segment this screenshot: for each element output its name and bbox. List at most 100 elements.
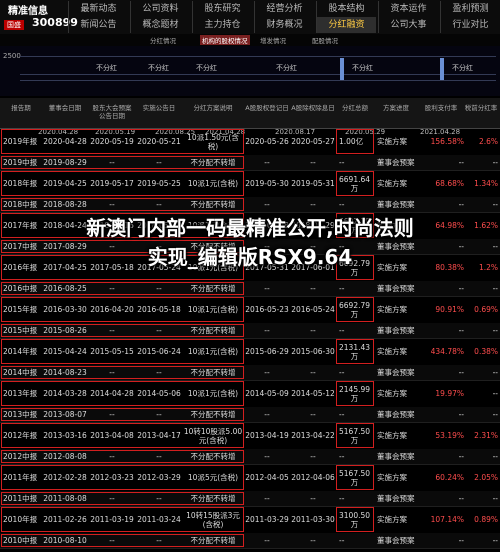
table-cell: -- [310,410,316,419]
table-header: 报告期 董事会日期 股东大会预案 公告日期 实施公告日 分红方案说明 A股股权登记日 A股除… [0,98,500,129]
table-row[interactable]: 2010年报 2011-02-26 2011-03-19 2011-03-24 10转1… [0,506,500,534]
table-cell: 19.97% [435,389,464,398]
table-cell: 5167.50 万 [339,426,371,445]
table-cell: -- [458,158,464,167]
table-cell: 2013-04-08 [90,431,134,440]
table-cell: 2014-08-23 [43,368,87,377]
table-row[interactable]: 2010中报 2010-08-10 -- -- 不分配不转增 -- -- -- 董事会预案 -- -… [0,533,500,549]
table-cell: -- [156,158,162,167]
timeline-label: 不分红 [148,64,169,72]
nav-tab-row1-1[interactable]: 公司资料 [130,1,190,17]
table-cell: 2015-05-15 [90,347,134,356]
table-cell: -- [339,494,345,503]
table-cell: 3100.50 万 [339,510,371,529]
table-cell: 2011-03-19 [90,515,134,524]
table-cell: 10派1元(含税) [187,179,239,188]
nav-tab-row1-0[interactable]: 最新动态 [68,1,128,17]
column-header[interactable]: 分红方案说明 [182,104,244,112]
table-cell: 实施方案 [377,137,407,146]
nav-tab-row1-5[interactable]: 资本运作 [378,1,438,17]
table-row[interactable]: 2016中报 2016-08-25 -- -- 不分配不转增 -- -- -- 董事会预案 -- -… [0,281,500,297]
table-row[interactable]: 2014年报 2015-04-24 2015-05-15 2015-06-24 10派1… [0,338,500,366]
nav-tab-row2-1[interactable]: 概念题材 [130,17,190,33]
subtab-additional-issue[interactable]: 增发情况 [260,35,286,45]
table-cell: -- [492,536,498,545]
column-header[interactable]: 报告期 [0,104,42,112]
table-cell: 2012-04-05 [245,473,289,482]
table-cell: 2018-08-28 [43,200,87,209]
top-navigation-bar: 精准信息 国盛 300899 最新动态 公司资料 股东研究 经营分析 股本结构 资本运作盈… [0,0,500,35]
nav-tab-row1-6[interactable]: 盈利预测 [440,1,500,17]
table-cell: -- [264,284,270,293]
column-header[interactable]: 分红总额 [336,104,374,112]
table-cell: 2011-08-08 [43,494,87,503]
column-header[interactable]: 董事会日期 [42,104,88,112]
timeline-y-tick: 2500 [3,52,21,60]
nav-tab-row2-3[interactable]: 财务概况 [254,17,314,33]
subtab-rights-issue[interactable]: 配股情况 [312,35,338,45]
table-cell: -- [109,368,115,377]
table-row[interactable]: 2013中报 2013-08-07 -- -- 不分配不转增 -- -- -- 董事会预案 -- -… [0,407,500,423]
column-header[interactable]: 股东大会预案 公告日期 [88,104,136,120]
subtab-institutional[interactable]: 机构的股权情况 [200,35,250,45]
table-row[interactable]: 2012年报 2013-03-16 2013-04-08 2013-04-17 10转1… [0,422,500,450]
table-row[interactable]: 2018年报 2019-04-25 2019-05-17 2019-05-25 10派1… [0,170,500,198]
table-row[interactable]: 2013年报 2014-03-28 2014-04-28 2014-05-06 10派1… [0,380,500,408]
table-cell: 5167.50 万 [339,468,371,487]
column-header[interactable]: 股利支付率 [418,104,464,112]
table-row[interactable]: 2015年报 2016-03-30 2016-04-20 2016-05-18 10派1… [0,296,500,324]
table-cell: -- [458,326,464,335]
timeline-label: 不分红 [196,64,217,72]
table-row[interactable]: 2015中报 2015-08-26 -- -- 不分配不转增 -- -- -- 董事会预案 -- -… [0,323,500,339]
table-cell: -- [264,410,270,419]
column-header[interactable]: A股股权登记日 [244,104,290,112]
nav-tab-row1-2[interactable]: 股东研究 [192,1,252,17]
table-cell: 156.58% [430,137,464,146]
table-row[interactable]: 2018中报 2018-08-28 -- -- 不分配不转增 -- -- -- 董事会预案 -- -… [0,197,500,213]
table-cell: -- [109,284,115,293]
table-cell: 实施方案 [377,179,407,188]
nav-tab-row2-5[interactable]: 公司大事 [378,17,438,33]
table-cell: 2012中报 [3,452,38,461]
table-cell: 2019中报 [3,158,38,167]
table-cell: 不分配不转增 [190,536,236,545]
table-cell: 不分配不转增 [190,368,236,377]
table-cell: 2020-05-21 [137,137,181,146]
table-row[interactable]: 2019年报 2020-04-28 2020-05-19 2020-05-21 10派1… [0,128,500,156]
nav-tab-row1-3[interactable]: 经营分析 [254,1,314,17]
table-cell: -- [264,494,270,503]
table-cell: -- [492,326,498,335]
table-cell: -- [492,389,498,398]
timeline-gridline [20,74,496,75]
nav-tab-row2-2[interactable]: 主力持仓 [192,17,252,33]
table-cell: 0.69% [474,305,498,314]
nav-tab-row1-4[interactable]: 股本结构 [316,1,376,17]
timeline-bar [440,58,444,80]
table-row[interactable]: 2011年报 2012-02-28 2012-03-23 2012-03-29 10派5… [0,464,500,492]
table-cell: 2.6% [478,137,498,146]
column-header[interactable]: A股除权除息日 [290,104,336,112]
table-cell: -- [339,410,345,419]
table-cell: 10派1元(含税) [187,305,239,314]
table-cell: 2.05% [474,473,498,482]
nav-tab-row2-4[interactable]: 分红融资 [316,17,376,33]
nav-tab-row2-6[interactable]: 行业对比 [440,17,500,33]
table-row[interactable]: 2012中报 2012-08-08 -- -- 不分配不转增 -- -- -- 董事会预案 -- -… [0,449,500,465]
table-row[interactable]: 2011中报 2011-08-08 -- -- 不分配不转增 -- -- -- 董事会预案 -- -… [0,491,500,507]
column-header[interactable]: 税前分红率 [464,104,498,112]
table-cell: -- [492,494,498,503]
table-row[interactable]: 2014中报 2014-08-23 -- -- 不分配不转增 -- -- -- 董事会预案 -- -… [0,365,500,381]
table-cell: 2013-04-19 [245,431,289,440]
column-header[interactable]: 实施公告日 [136,104,182,112]
table-cell: 2019-05-31 [291,179,335,188]
table-cell: 2010年报 [3,515,38,524]
table-cell: -- [339,452,345,461]
table-cell: 2016中报 [3,284,38,293]
subtab-dividend[interactable]: 分红情况 [150,35,176,45]
table-cell: 2012年报 [3,431,38,440]
nav-tab-row2-0[interactable]: 新闻公告 [68,17,128,33]
column-header[interactable]: 方案进度 [374,104,418,112]
table-cell: 实施方案 [377,389,407,398]
table-cell: 2019年报 [3,137,38,146]
table-row[interactable]: 2019中报 2019-08-29 -- -- 不分配不转增 -- -- -- 董事会预案 -- -… [0,155,500,171]
